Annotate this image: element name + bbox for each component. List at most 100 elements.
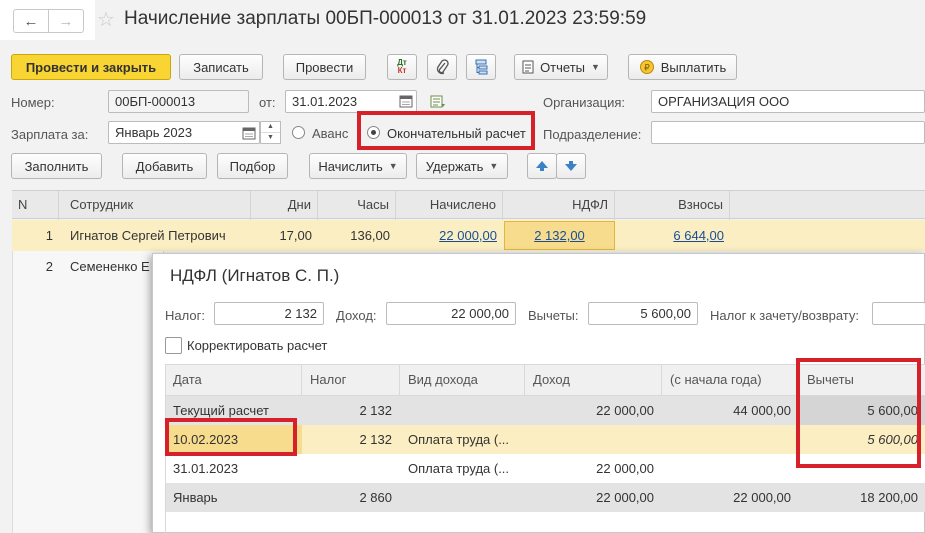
hours-value[interactable]: 136,00 <box>318 220 396 251</box>
table-row[interactable]: Январь 2 860 22 000,00 22 000,00 18 200,… <box>165 483 925 512</box>
col-days[interactable]: Дни <box>251 191 318 220</box>
accrued-link[interactable]: 22 000,00 <box>439 228 497 243</box>
dt-kt-button[interactable]: Дт Кт <box>387 54 417 80</box>
income-field[interactable]: 22 000,00 <box>386 302 516 325</box>
forward-button[interactable]: → <box>48 9 84 33</box>
income-cell <box>525 425 662 454</box>
date-value: 31.01.2023 <box>292 94 358 109</box>
highlight-date <box>165 418 297 456</box>
income-kind-cell <box>400 396 525 425</box>
col-date[interactable]: Дата <box>165 365 302 395</box>
organization-label: Организация: <box>543 95 626 110</box>
col-income-kind[interactable]: Вид дохода <box>400 365 525 395</box>
reports-button[interactable]: Отчеты ▼ <box>514 54 608 80</box>
income-kind-cell: Оплата труда (... <box>408 461 510 476</box>
page-title: Начисление зарплаты 00БП-000013 от 31.01… <box>124 8 647 29</box>
col-ndfl[interactable]: НДФЛ <box>503 191 615 220</box>
ytd-cell: 44 000,00 <box>733 403 791 418</box>
accrued-cell[interactable]: 22 000,00 <box>396 220 503 251</box>
structure-button[interactable] <box>466 54 496 80</box>
pick-button[interactable]: Подбор <box>217 153 288 179</box>
favorite-star-icon[interactable]: ☆ <box>97 7 115 32</box>
move-up-button[interactable] <box>527 153 557 179</box>
withhold-label: Удержать <box>425 158 484 174</box>
col-contributions[interactable]: Взносы <box>615 191 730 220</box>
calendar-icon[interactable] <box>242 126 256 140</box>
contributions-link[interactable]: 6 644,00 <box>673 228 724 243</box>
document-list-icon[interactable] <box>430 95 446 109</box>
tax-label: Налог: <box>165 308 205 323</box>
accrue-button[interactable]: Начислить ▼ <box>309 153 407 179</box>
calendar-icon[interactable] <box>399 94 413 108</box>
post-button[interactable]: Провести <box>283 54 366 80</box>
col-employee[interactable]: Сотрудник <box>64 191 251 220</box>
deductions-field[interactable]: 5 600,00 <box>588 302 698 325</box>
grid-body <box>12 251 164 533</box>
number-field[interactable]: 00БП-000013 <box>108 90 249 113</box>
fill-button[interactable]: Заполнить <box>11 153 102 179</box>
income-kind-cell <box>400 483 525 512</box>
col-ytd[interactable]: (с начала года) <box>662 365 799 395</box>
stepper-up-icon[interactable]: ▲ <box>261 122 280 133</box>
salary-period-field[interactable]: Январь 2023 <box>108 121 260 144</box>
save-button[interactable]: Записать <box>179 54 263 80</box>
advance-radio[interactable] <box>292 126 305 139</box>
employee-name[interactable]: Игнатов Сергей Петрович <box>64 220 251 251</box>
correct-calc-label: Корректировать расчет <box>187 338 328 353</box>
chevron-down-icon: ▼ <box>388 161 398 171</box>
accrue-label: Начислить <box>318 158 383 174</box>
ytd-cell <box>662 425 799 454</box>
tax-cell <box>302 454 400 483</box>
tax-cell: 2 132 <box>359 432 392 447</box>
reports-label: Отчеты <box>540 59 585 75</box>
employee-name[interactable]: Семененко Е <box>64 251 152 282</box>
date-label: от: <box>259 95 276 110</box>
withhold-button[interactable]: Удержать ▼ <box>416 153 508 179</box>
date-cell: Январь <box>173 490 218 505</box>
row-number: 2 <box>45 259 53 274</box>
popup-title: НДФЛ (Игнатов С. П.) <box>170 266 340 285</box>
row-number: 1 <box>45 228 53 243</box>
ndfl-link[interactable]: 2 132,00 <box>534 228 585 243</box>
date-cell: 31.01.2023 <box>173 461 239 476</box>
organization-field[interactable]: ОРГАНИЗАЦИЯ ООО <box>651 90 925 113</box>
post-and-close-button[interactable]: Провести и закрыть <box>11 54 171 80</box>
period-stepper[interactable]: ▲ ▼ <box>260 121 281 144</box>
col-hours[interactable]: Часы <box>318 191 396 220</box>
deductions-cell: 18 200,00 <box>860 490 918 505</box>
arrow-up-icon <box>536 161 548 171</box>
tax-offset-field[interactable] <box>872 302 925 325</box>
attach-button[interactable] <box>427 54 457 80</box>
pay-label: Выплатить <box>660 59 727 75</box>
pay-button[interactable]: ₽ Выплатить <box>628 54 737 80</box>
income-kind-cell: Оплата труда (... <box>408 432 510 447</box>
col-accrued[interactable]: Начислено <box>396 191 503 220</box>
paperclip-icon <box>436 59 449 75</box>
col-n[interactable]: N <box>12 191 59 220</box>
back-button[interactable]: ← <box>13 9 49 33</box>
chevron-down-icon: ▼ <box>591 62 600 72</box>
deductions-label: Вычеты: <box>528 308 579 323</box>
division-field[interactable] <box>651 121 925 144</box>
arrow-down-icon <box>565 161 577 171</box>
add-button[interactable]: Добавить <box>122 153 207 179</box>
advance-label: Аванс <box>312 126 349 141</box>
contributions-cell[interactable]: 6 644,00 <box>615 220 730 251</box>
salary-period-value: Январь 2023 <box>115 125 193 140</box>
col-income[interactable]: Доход <box>525 365 662 395</box>
coin-icon: ₽ <box>639 60 654 74</box>
salary-period-label: Зарплата за: <box>11 127 89 142</box>
stepper-down-icon[interactable]: ▼ <box>261 133 280 143</box>
days-value[interactable]: 17,00 <box>251 220 318 251</box>
table-row[interactable]: 1 Игнатов Сергей Петрович 17,00 136,00 2… <box>12 220 925 251</box>
correct-calc-checkbox[interactable] <box>165 337 182 354</box>
hierarchy-icon <box>475 59 488 75</box>
date-field[interactable]: 31.01.2023 <box>285 90 417 113</box>
ndfl-cell[interactable]: 2 132,00 <box>504 221 615 250</box>
highlight-deductions <box>796 358 921 468</box>
tax-field[interactable]: 2 132 <box>214 302 324 325</box>
move-down-button[interactable] <box>556 153 586 179</box>
col-tax[interactable]: Налог <box>302 365 400 395</box>
division-label: Подразделение: <box>543 127 642 142</box>
grid-header: N Сотрудник Дни Часы Начислено НДФЛ Взно… <box>12 190 925 220</box>
